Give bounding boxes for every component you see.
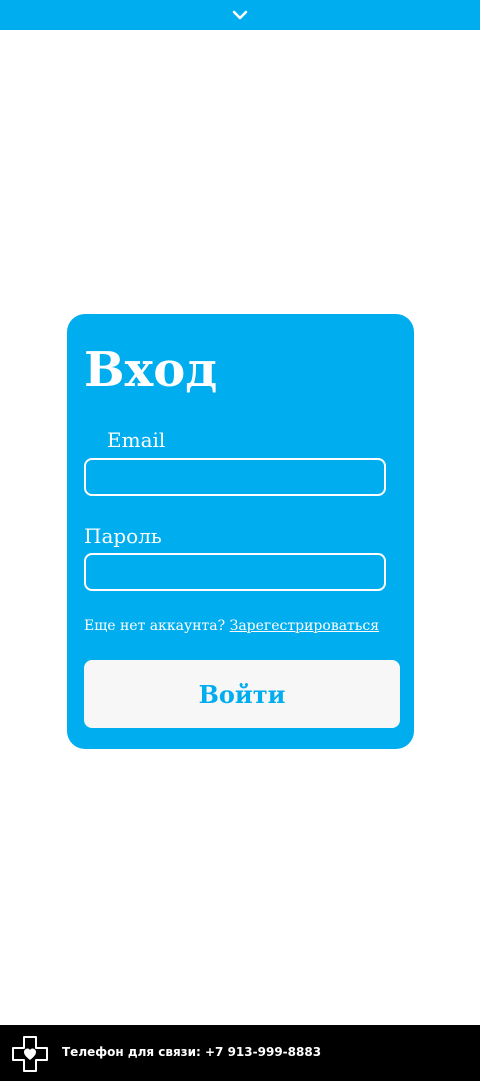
register-prompt: Еще нет аккаунта? Зарегестрироваться (84, 616, 379, 636)
login-card: Вход Email Пароль Еще нет аккаунта? Заре… (67, 314, 414, 749)
no-account-text: Еще нет аккаунта? (84, 618, 226, 634)
password-label: Пароль (84, 524, 162, 548)
contact-phone: Телефон для связи: +7 913-999-8883 (62, 1045, 322, 1059)
email-label: Email (107, 428, 166, 452)
login-button[interactable]: Войти (84, 660, 400, 728)
medical-cross-heart-icon (12, 1036, 48, 1072)
page-title: Вход (84, 342, 218, 398)
register-link[interactable]: Зарегестрироваться (230, 618, 379, 634)
chevron-down-icon[interactable] (232, 10, 248, 20)
footer: Телефон для связи: +7 913-999-8883 (0, 1025, 480, 1081)
password-field[interactable] (84, 553, 386, 591)
top-bar (0, 0, 480, 30)
email-field[interactable] (84, 458, 386, 496)
